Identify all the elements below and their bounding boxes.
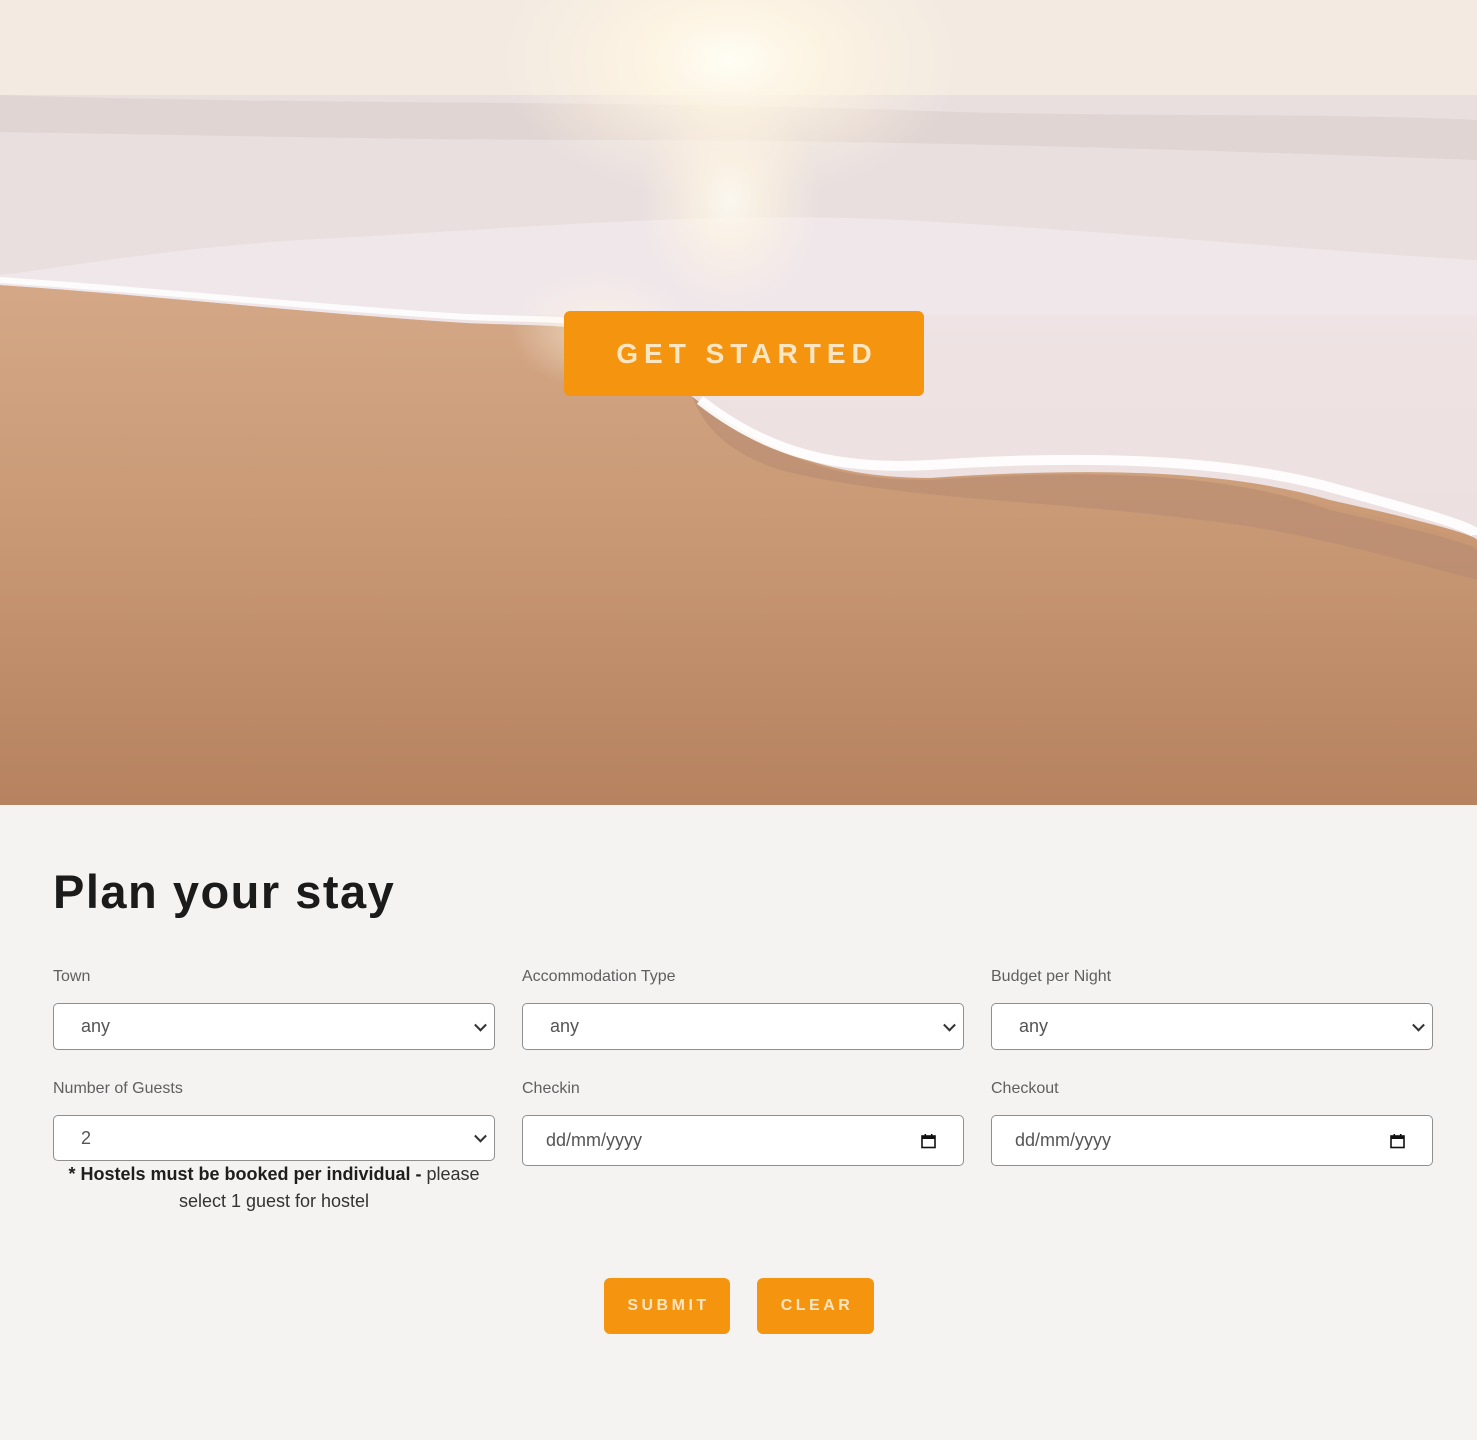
guests-select-value: 2 (81, 1127, 92, 1148)
town-select-value: any (81, 1016, 111, 1036)
checkout-label: Checkout (991, 1080, 1059, 1097)
budget-select[interactable]: any (991, 1003, 1433, 1050)
town-label: Town (53, 968, 91, 985)
beach-background-image (0, 0, 1477, 805)
get-started-button[interactable]: GET STARTED (564, 311, 924, 396)
checkout-placeholder: dd/mm/yyyy (1015, 1130, 1112, 1150)
calendar-icon[interactable] (921, 1133, 936, 1148)
checkout-date-input[interactable]: dd/mm/yyyy (991, 1115, 1433, 1166)
clear-button[interactable]: CLEAR (757, 1278, 874, 1334)
checkin-field: Checkin dd/mm/yyyy (522, 1080, 964, 1166)
chevron-down-icon (474, 1018, 487, 1032)
guests-label: Number of Guests (53, 1080, 183, 1097)
chevron-down-icon (474, 1129, 487, 1143)
budget-field: Budget per Night any (991, 968, 1433, 1050)
section-title: Plan your stay (53, 865, 396, 918)
accommodation-select-value: any (550, 1016, 580, 1036)
calendar-icon[interactable] (1390, 1133, 1405, 1148)
accommodation-label: Accommodation Type (522, 968, 676, 985)
town-field: Town any (53, 968, 495, 1050)
hostel-note-bold: * Hostels must be booked per individual … (68, 1164, 422, 1184)
budget-select-value: any (1019, 1016, 1049, 1036)
checkin-label: Checkin (522, 1080, 580, 1097)
checkout-field: Checkout dd/mm/yyyy (991, 1080, 1433, 1166)
hero-banner: GET STARTED (0, 0, 1477, 805)
checkin-date-input[interactable]: dd/mm/yyyy (522, 1115, 964, 1166)
accommodation-select[interactable]: any (522, 1003, 964, 1050)
hostel-note: * Hostels must be booked per individual … (53, 1161, 495, 1215)
accommodation-field: Accommodation Type any (522, 968, 964, 1050)
guests-select[interactable]: 2 (53, 1115, 495, 1161)
town-select[interactable]: any (53, 1003, 495, 1050)
budget-label: Budget per Night (991, 968, 1112, 985)
chevron-down-icon (943, 1018, 956, 1032)
submit-button[interactable]: SUBMIT (604, 1278, 730, 1334)
guests-field: Number of Guests 2 (53, 1080, 495, 1161)
checkin-placeholder: dd/mm/yyyy (546, 1130, 643, 1150)
chevron-down-icon (1412, 1018, 1425, 1032)
